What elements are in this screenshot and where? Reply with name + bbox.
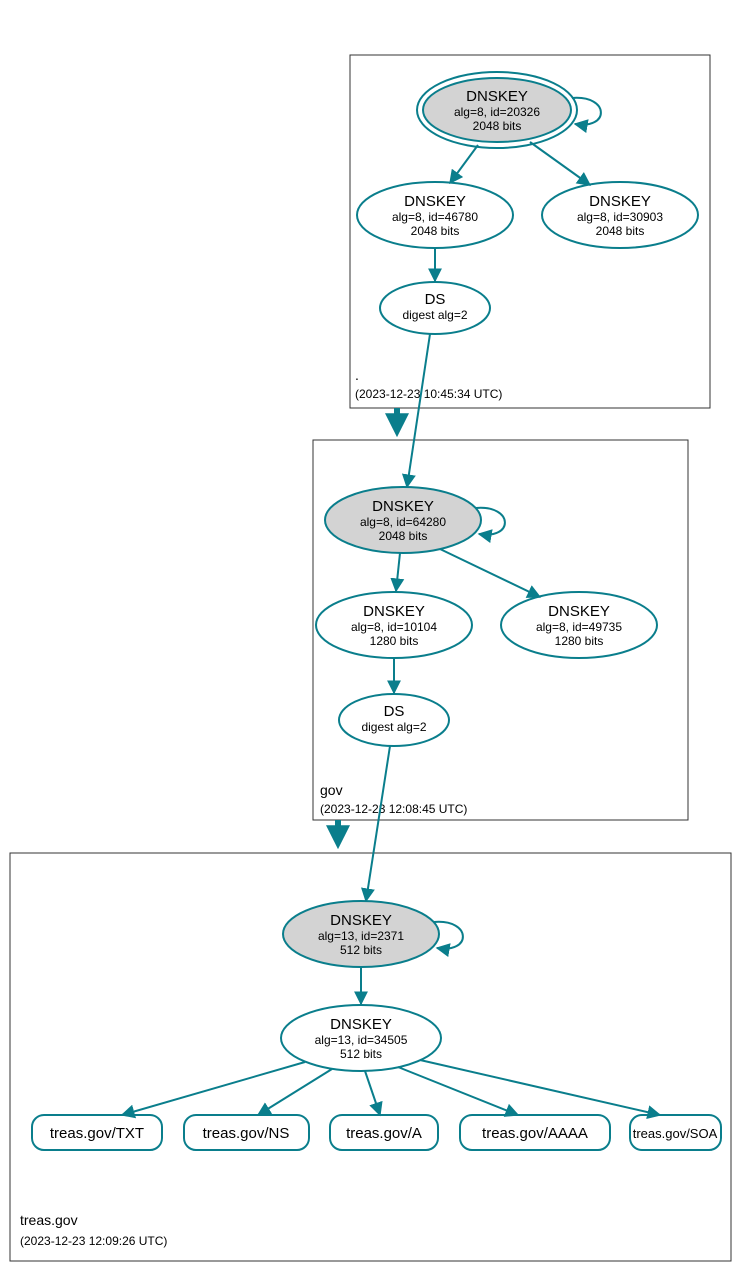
node-gov-zsk2-line3: 1280 bits bbox=[555, 634, 604, 648]
node-rr-a-label: treas.gov/A bbox=[346, 1125, 422, 1142]
node-root-zsk2-line2: alg=8, id=30903 bbox=[577, 210, 663, 224]
edge-treas-zsk-txt bbox=[122, 1062, 305, 1115]
edge-gov-ds-treas-ksk bbox=[366, 746, 390, 901]
dnssec-diagram: . (2023-12-23 10:45:34 UTC) DNSKEY alg=8… bbox=[0, 0, 751, 1278]
edge-root-ksk-zsk1 bbox=[450, 145, 478, 183]
node-treas-zsk-title: DNSKEY bbox=[330, 1016, 392, 1033]
node-root-ksk-line3: 2048 bits bbox=[473, 119, 522, 133]
node-gov-ds-title: DS bbox=[384, 703, 405, 720]
zone-timestamp-treas: (2023-12-23 12:09:26 UTC) bbox=[20, 1234, 167, 1248]
node-treas-ksk-title: DNSKEY bbox=[330, 912, 392, 929]
node-gov-ksk-title: DNSKEY bbox=[372, 498, 434, 515]
zone-label-root: . bbox=[355, 367, 359, 383]
edge-root-ksk-zsk2 bbox=[530, 142, 590, 185]
node-rr-aaaa-label: treas.gov/AAAA bbox=[482, 1125, 588, 1142]
node-gov-ds-line2: digest alg=2 bbox=[361, 720, 426, 734]
node-gov-zsk2-line2: alg=8, id=49735 bbox=[536, 620, 622, 634]
node-rr-ns-label: treas.gov/NS bbox=[203, 1125, 290, 1142]
edge-gov-ksk-zsk2 bbox=[440, 549, 540, 597]
zone-label-gov: gov bbox=[320, 782, 343, 798]
node-gov-zsk1-line2: alg=8, id=10104 bbox=[351, 620, 437, 634]
edge-gov-ksk-zsk1 bbox=[396, 553, 400, 591]
node-gov-zsk1-line3: 1280 bits bbox=[370, 634, 419, 648]
zone-timestamp-root: (2023-12-23 10:45:34 UTC) bbox=[355, 387, 502, 401]
edge-treas-zsk-a bbox=[365, 1071, 380, 1115]
node-rr-txt-label: treas.gov/TXT bbox=[50, 1125, 144, 1142]
edge-root-ds-gov-ksk bbox=[407, 334, 430, 487]
node-gov-ksk-line2: alg=8, id=64280 bbox=[360, 515, 446, 529]
zone-label-treas: treas.gov bbox=[20, 1212, 78, 1228]
node-gov-zsk2-title: DNSKEY bbox=[548, 603, 610, 620]
node-treas-zsk-line2: alg=13, id=34505 bbox=[315, 1033, 408, 1047]
node-gov-ksk-line3: 2048 bits bbox=[379, 529, 428, 543]
zone-timestamp-gov: (2023-12-23 12:08:45 UTC) bbox=[320, 802, 467, 816]
node-root-ksk-line2: alg=8, id=20326 bbox=[454, 105, 540, 119]
node-root-zsk2-title: DNSKEY bbox=[589, 193, 651, 210]
node-treas-ksk-line3: 512 bits bbox=[340, 943, 382, 957]
node-root-zsk1-line2: alg=8, id=46780 bbox=[392, 210, 478, 224]
node-treas-ksk-line2: alg=13, id=2371 bbox=[318, 929, 404, 943]
node-root-zsk1-line3: 2048 bits bbox=[411, 224, 460, 238]
node-gov-zsk1-title: DNSKEY bbox=[363, 603, 425, 620]
edge-treas-zsk-ns bbox=[258, 1069, 332, 1115]
node-root-ds-title: DS bbox=[425, 291, 446, 308]
edge-treas-zsk-soa bbox=[420, 1060, 660, 1115]
node-root-ds-line2: digest alg=2 bbox=[402, 308, 467, 322]
node-root-ksk-title: DNSKEY bbox=[466, 88, 528, 105]
edge-treas-zsk-aaaa bbox=[398, 1067, 518, 1115]
node-rr-soa-label: treas.gov/SOA bbox=[633, 1126, 718, 1141]
node-root-zsk1-title: DNSKEY bbox=[404, 193, 466, 210]
node-root-zsk2-line3: 2048 bits bbox=[596, 224, 645, 238]
node-treas-zsk-line3: 512 bits bbox=[340, 1047, 382, 1061]
